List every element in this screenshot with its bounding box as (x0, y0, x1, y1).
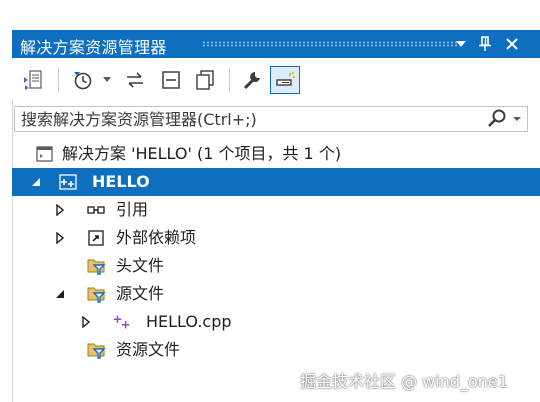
properties-wrench-icon[interactable] (240, 66, 266, 94)
tree-item-resource-files[interactable]: 资源文件 (12, 336, 540, 364)
tree-item-label: 头文件 (116, 256, 165, 275)
tree-item-source-files[interactable]: 源文件 (12, 280, 540, 308)
tree-item-label: HELLO.cpp (146, 312, 232, 331)
cpp-file-icon (113, 315, 130, 329)
search-button[interactable] (479, 107, 525, 131)
sync-icon[interactable] (122, 66, 148, 94)
tree-item-label: 外部依赖项 (116, 228, 197, 247)
search-input[interactable] (15, 107, 461, 131)
drag-grip[interactable] (202, 41, 457, 47)
expand-arrow-icon[interactable] (52, 196, 68, 224)
solution-tree: 解决方案 'HELLO' (1 个项目，共 1 个) HELLO 引用 外部依赖… (12, 140, 540, 402)
preview-selected-icon[interactable] (270, 66, 300, 94)
tree-item-solution[interactable]: 解决方案 'HELLO' (1 个项目，共 1 个) (12, 140, 540, 168)
history-dropdown-icon[interactable] (100, 66, 114, 94)
show-all-files-icon[interactable] (192, 66, 218, 94)
tree-item-label: HELLO (92, 172, 150, 191)
tree-item-label: 源文件 (116, 284, 165, 303)
panel-titlebar: 解决方案资源管理器 (12, 30, 540, 58)
tree-item-external-deps[interactable]: 外部依赖项 (12, 224, 540, 252)
cpp-project-icon (59, 174, 77, 190)
toolbar (12, 60, 540, 100)
tree-item-cpp-file[interactable]: HELLO.cpp (12, 308, 540, 336)
expand-arrow-icon[interactable] (52, 224, 68, 252)
watermark: 掘金技术社区 @ wind_one1 (300, 372, 508, 391)
references-icon (87, 206, 105, 214)
toolbar-separator (229, 68, 230, 92)
filter-folder-icon (87, 343, 106, 359)
external-deps-icon (88, 230, 104, 246)
tree-item-header-files[interactable]: 头文件 (12, 252, 540, 280)
solution-explorer-panel: 解决方案资源管理器 搜索解决方案资源管理器(Ctrl+;) 解决方案 'HELL… (0, 0, 540, 402)
tree-item-label: 解决方案 'HELLO' (1 个项目，共 1 个) (62, 144, 342, 163)
tree-item-project[interactable]: HELLO (12, 168, 540, 196)
close-icon[interactable] (500, 30, 524, 58)
expand-arrow-icon[interactable] (78, 308, 94, 336)
switch-view-icon[interactable] (20, 66, 46, 94)
history-icon[interactable] (70, 66, 96, 94)
tree-item-label: 资源文件 (116, 340, 181, 359)
solution-icon (36, 146, 53, 162)
panel-title: 解决方案资源管理器 (20, 38, 167, 57)
collapse-arrow-icon[interactable] (28, 168, 44, 196)
window-position-dropdown-icon[interactable] (449, 30, 473, 58)
toolbar-separator (58, 68, 59, 92)
filter-folder-icon (87, 259, 106, 275)
tree-item-references[interactable]: 引用 (12, 196, 540, 224)
search-box (14, 106, 528, 132)
filter-folder-icon (87, 287, 106, 303)
collapse-arrow-icon[interactable] (52, 280, 68, 308)
tree-item-label: 引用 (116, 200, 149, 219)
collapse-all-icon[interactable] (158, 66, 184, 94)
pin-icon[interactable] (473, 30, 497, 58)
